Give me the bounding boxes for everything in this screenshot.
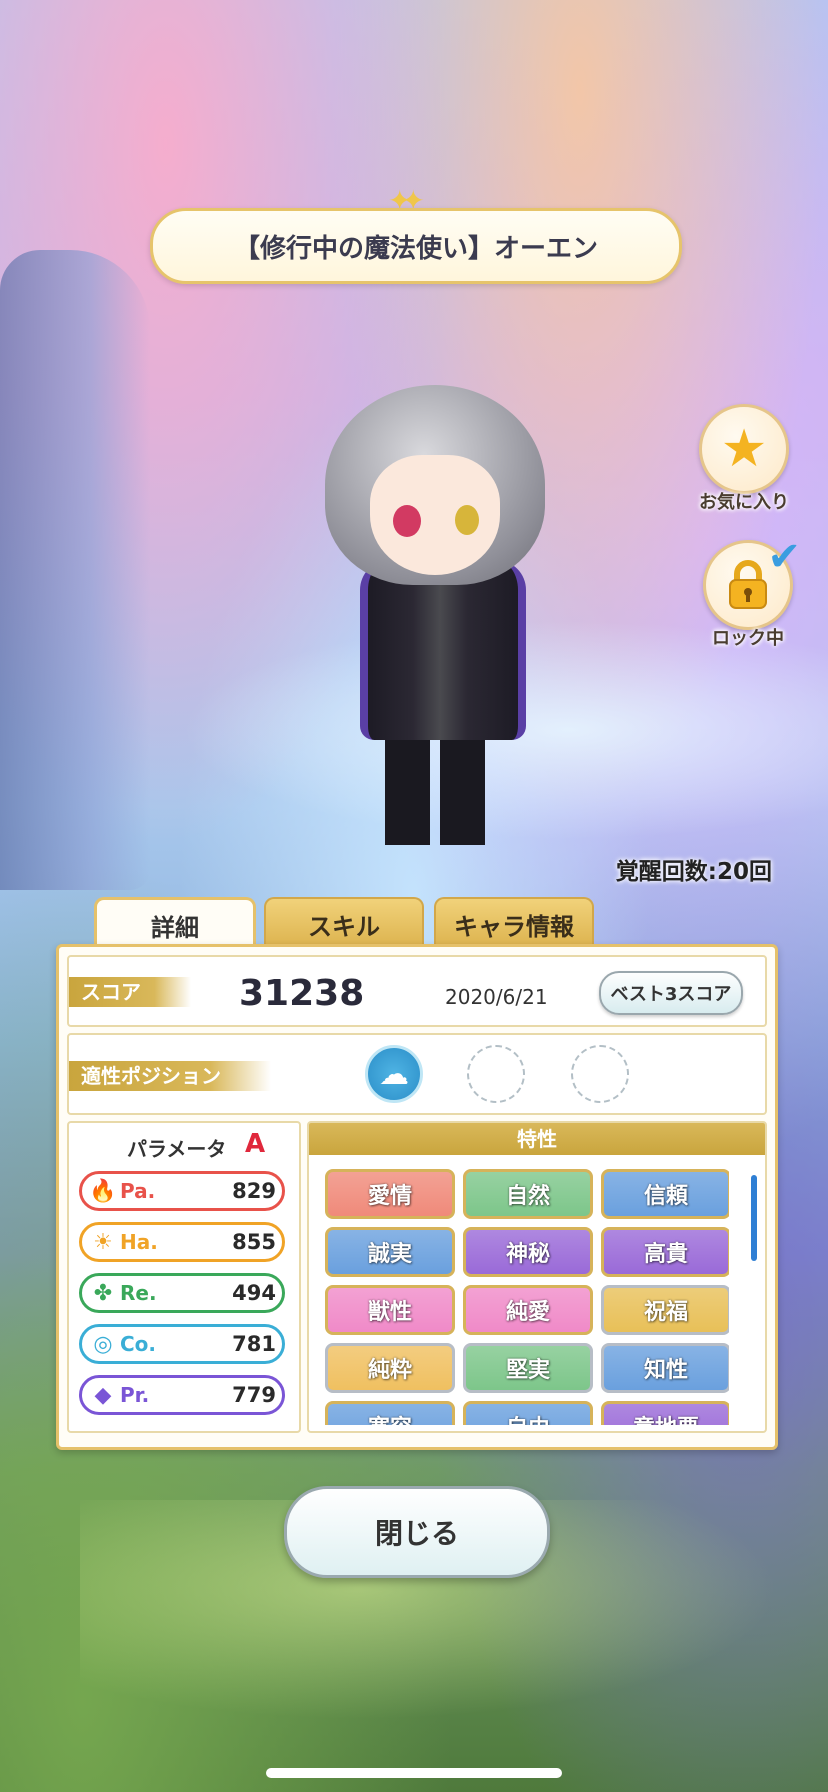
trait-badge: 自然 <box>463 1169 593 1219</box>
awaken-count: 覚醒回数:20回 <box>615 859 772 885</box>
parameter-row: 🔥 Pa. 829 <box>79 1171 285 1211</box>
trait-badge: 純愛 <box>463 1285 593 1335</box>
character-face <box>370 455 500 575</box>
favorite-label: お気に入り <box>699 492 789 513</box>
sun-icon: ☀ <box>93 1229 113 1255</box>
card-title: 【修行中の魔法使い】オーエン <box>150 208 682 284</box>
traits-grid[interactable]: 愛情自然信頼誠実神秘高貴獣性純愛祝福純粋堅実知性寛容自由意地悪 <box>325 1169 729 1425</box>
score-box: スコア 31238 2020/6/21 ベスト3スコア <box>67 955 767 1027</box>
trait-badge: 神秘 <box>463 1227 593 1277</box>
lock-label: ロック中 <box>712 628 784 649</box>
parameter-name: Pr. <box>120 1383 150 1407</box>
score-value: 31238 <box>239 973 365 1014</box>
diamond-icon: ◆ <box>94 1382 112 1408</box>
trait-badge: 獣性 <box>325 1285 455 1335</box>
parameter-value: 494 <box>232 1281 276 1305</box>
empty-position-slot <box>571 1045 629 1103</box>
trait-badge: 祝福 <box>601 1285 729 1335</box>
trait-badge: 堅実 <box>463 1343 593 1393</box>
parameter-name: Pa. <box>120 1179 156 1203</box>
checkmark-icon: ✔ <box>767 534 801 580</box>
trait-badge: 高貴 <box>601 1227 729 1277</box>
parameters-box: パラメータ A 🔥 Pa. 829 ☀ Ha. 855 ✤ Re. 494 ◎ Co. 781 ◆ Pr.… <box>67 1121 301 1433</box>
parameter-row: ◆ Pr. 779 <box>79 1375 285 1415</box>
best-3-score-button[interactable]: ベスト3スコア <box>599 971 743 1015</box>
tab-character-info[interactable]: キャラ情報 <box>434 897 594 949</box>
parameter-row: ✤ Re. 494 <box>79 1273 285 1313</box>
parameter-name: Re. <box>120 1281 157 1305</box>
position-box: 適性ポジション ☁ <box>67 1033 767 1115</box>
tab-details[interactable]: 詳細 <box>94 897 256 950</box>
character-legs <box>385 730 485 845</box>
traits-box: 特性 愛情自然信頼誠実神秘高貴獣性純愛祝福純粋堅実知性寛容自由意地悪 <box>307 1121 767 1433</box>
cloud-position-icon: ☁ <box>365 1045 423 1103</box>
trait-badge: 寛容 <box>325 1401 455 1425</box>
parameter-value: 829 <box>232 1179 276 1203</box>
home-indicator[interactable] <box>266 1768 562 1778</box>
traits-header: 特性 <box>309 1123 765 1155</box>
empty-position-slot <box>467 1045 525 1103</box>
character-jacket <box>360 560 526 740</box>
planet-icon: ◎ <box>93 1331 113 1357</box>
character-eye-right <box>455 505 479 535</box>
trait-badge: 純粋 <box>325 1343 455 1393</box>
score-date: 2020/6/21 <box>445 985 548 1009</box>
star-icon: ★ <box>699 404 789 494</box>
parameter-name: Ha. <box>120 1230 158 1254</box>
parameter-value: 779 <box>232 1383 276 1407</box>
lock-button[interactable]: ✔ ロック中 <box>693 534 803 650</box>
parameters-rank: A <box>245 1129 266 1159</box>
parameter-name: Co. <box>120 1332 157 1356</box>
traits-scrollbar[interactable] <box>751 1175 757 1261</box>
flame-icon: 🔥 <box>89 1178 117 1204</box>
character-eye-left <box>393 505 421 537</box>
parameters-header: パラメータ <box>127 1137 227 1161</box>
trait-badge: 信頼 <box>601 1169 729 1219</box>
parameter-row: ☀ Ha. 855 <box>79 1222 285 1262</box>
position-label: 適性ポジション <box>69 1061 271 1091</box>
trait-badge: 愛情 <box>325 1169 455 1219</box>
trait-badge: 意地悪 <box>601 1401 729 1425</box>
parameter-value: 855 <box>232 1230 276 1254</box>
close-button[interactable]: 閉じる <box>284 1486 550 1578</box>
trait-badge: 自由 <box>463 1401 593 1425</box>
clover-icon: ✤ <box>93 1280 113 1306</box>
detail-panel: スコア 31238 2020/6/21 ベスト3スコア 適性ポジション ☁ パラ… <box>56 944 778 1450</box>
trait-badge: 誠実 <box>325 1227 455 1277</box>
favorite-button[interactable]: ★ お気に入り <box>689 404 799 514</box>
parameter-row: ◎ Co. 781 <box>79 1324 285 1364</box>
tab-skills[interactable]: スキル <box>264 897 424 949</box>
background-tree <box>0 250 150 890</box>
trait-badge: 知性 <box>601 1343 729 1393</box>
parameter-value: 781 <box>232 1332 276 1356</box>
score-label: スコア <box>69 977 191 1007</box>
character-sprite <box>315 385 555 855</box>
